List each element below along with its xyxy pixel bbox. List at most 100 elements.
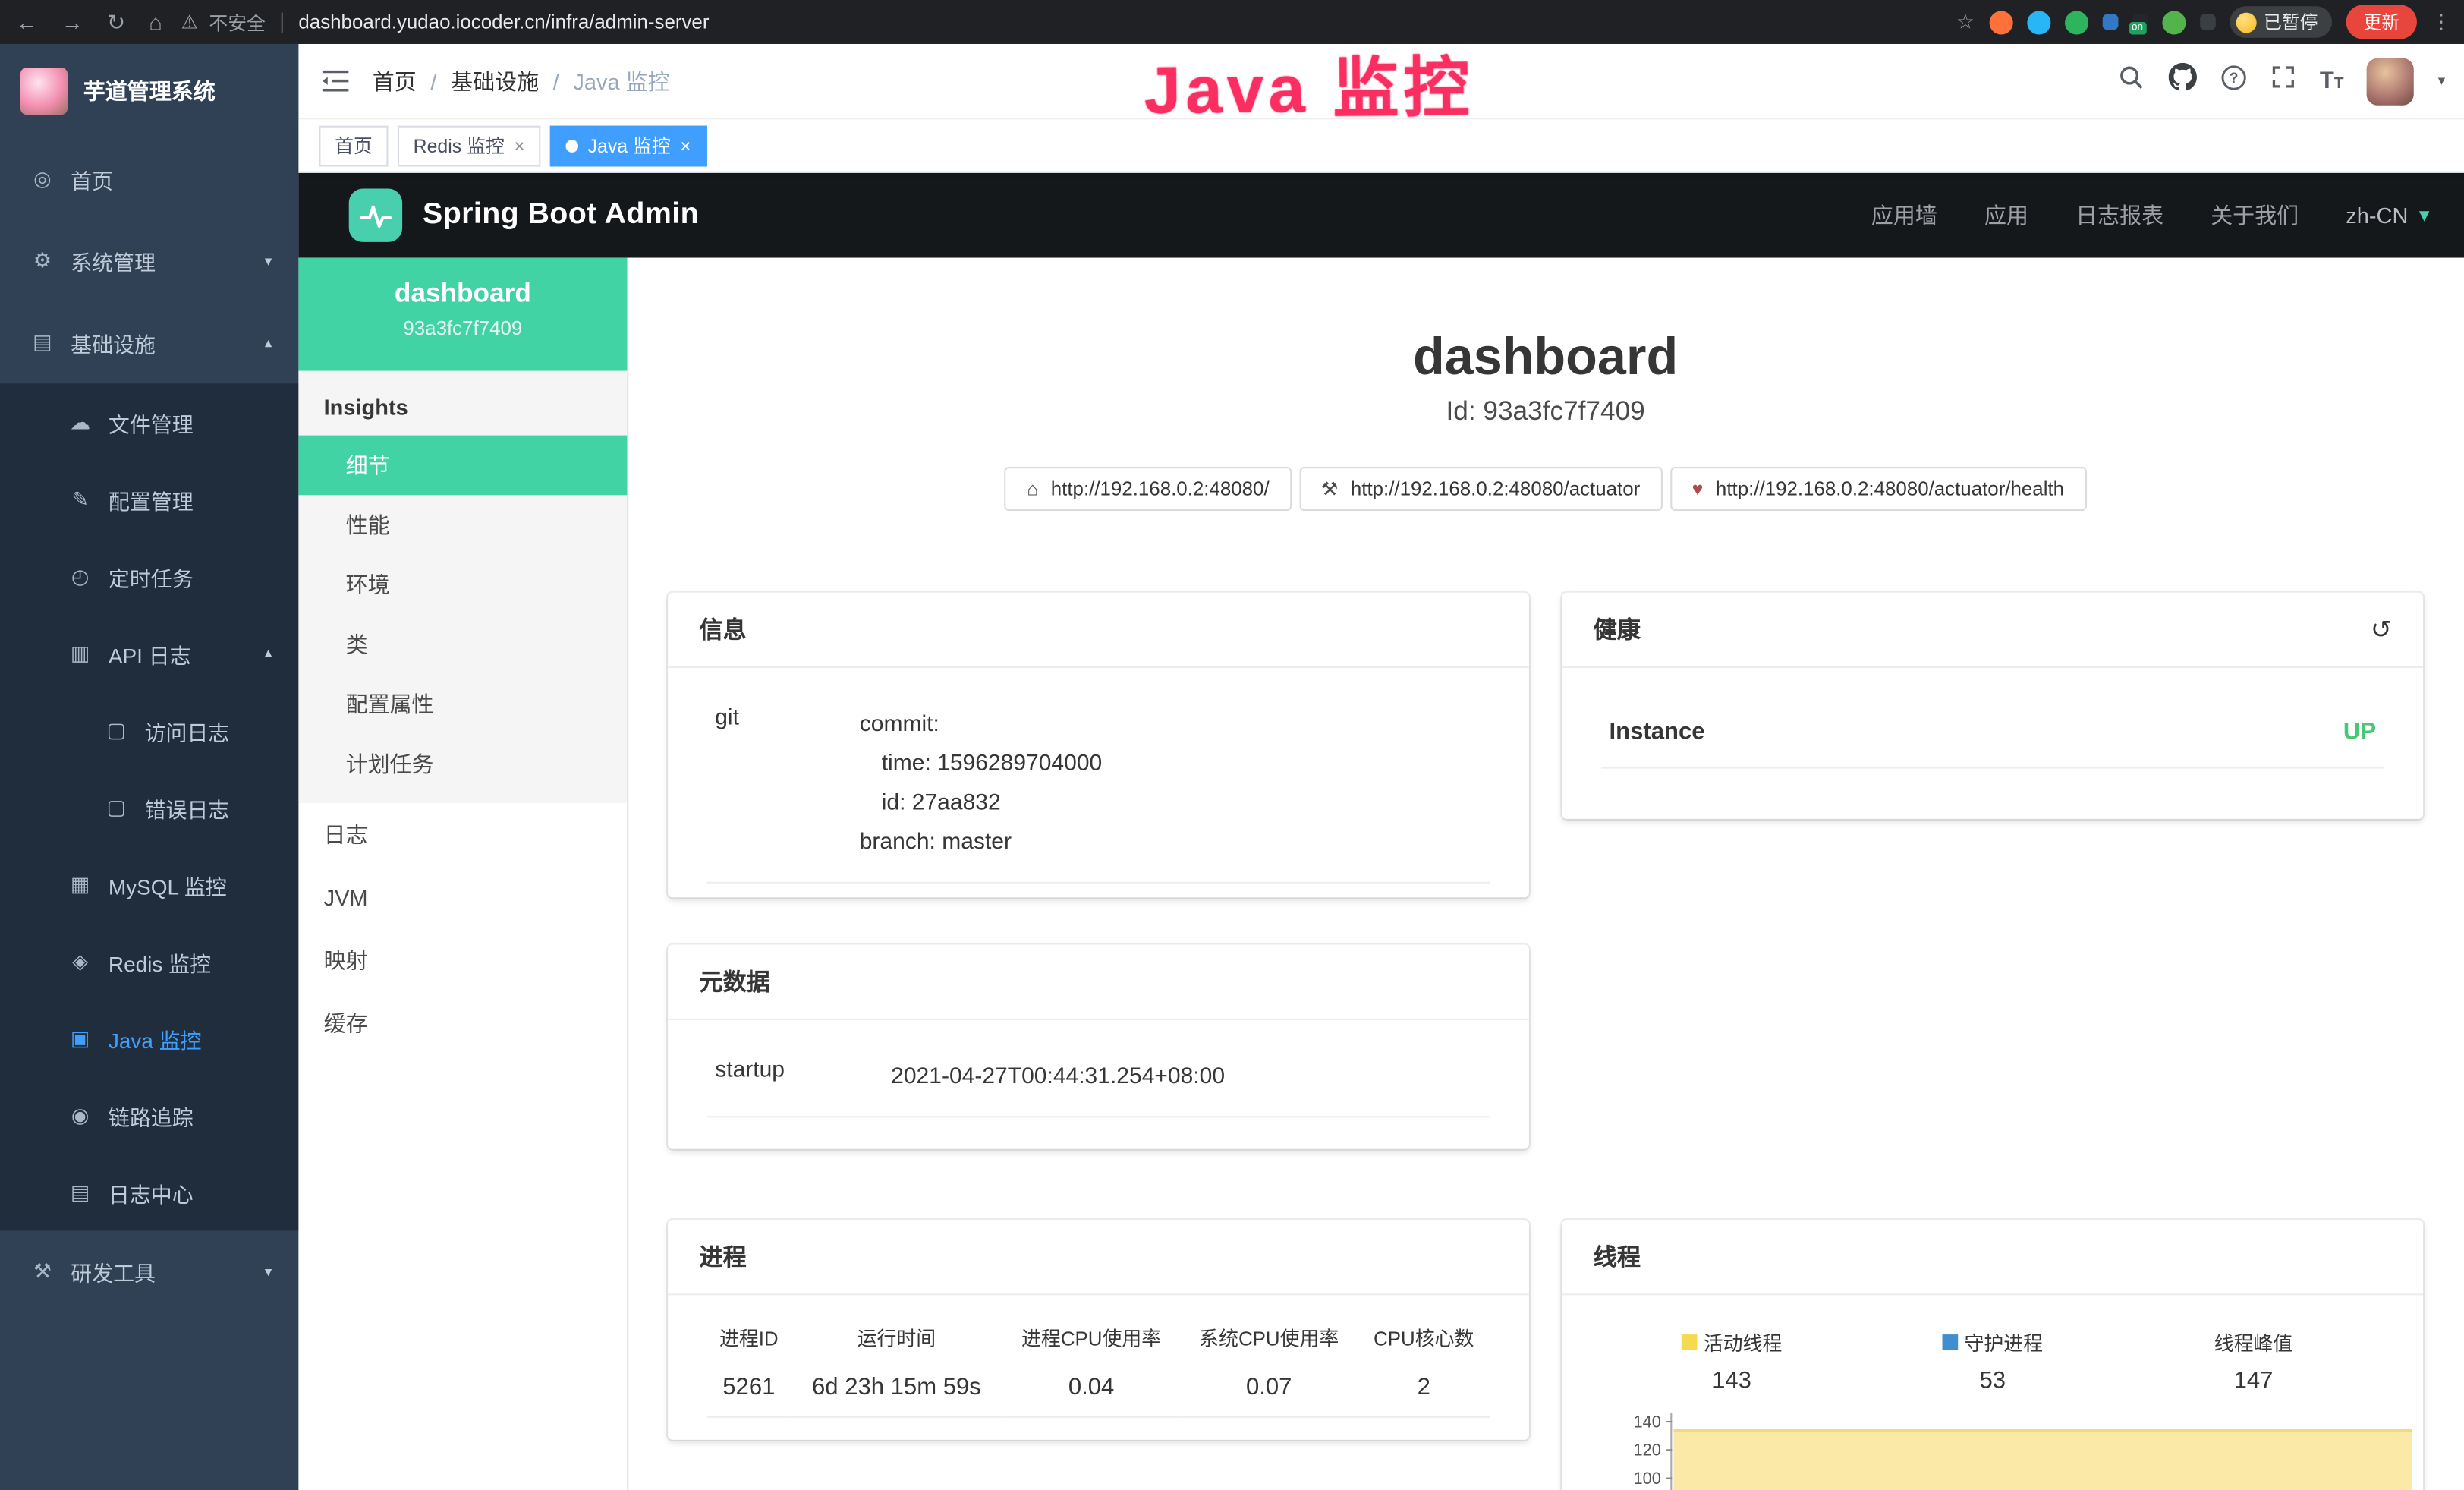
health-url-label: http://192.168.0.2:48080/actuator/health	[1716, 478, 2064, 500]
sidebar-item-mysql-monitor[interactable]: ▦ MySQL 监控	[0, 846, 298, 922]
instance-menu-mappings[interactable]: 映射	[298, 929, 627, 992]
back-icon[interactable]: ←	[16, 9, 38, 34]
browser-menu-icon[interactable]: ⋮	[2431, 9, 2452, 34]
extension-on-badge: on	[2129, 22, 2146, 35]
sidebar-item-label: 错误日志	[145, 792, 230, 823]
close-icon[interactable]: ×	[680, 134, 691, 156]
process-col-header: 运行时间	[791, 1311, 1002, 1362]
extension-grid-icon[interactable]	[2102, 14, 2118, 30]
url-text[interactable]: dashboard.yudao.iocoder.cn/infra/admin-s…	[298, 11, 709, 33]
instance-menu-details[interactable]: 细节	[298, 436, 627, 496]
extension-drop-icon[interactable]	[2026, 10, 2050, 33]
tick-mark	[1666, 1478, 1672, 1479]
instance-menu-classes[interactable]: 类	[298, 615, 627, 675]
git-value: commit: time: 1596289704000 id: 27aa832 …	[860, 706, 1103, 863]
legend-label: 活动线程	[1704, 1327, 1783, 1356]
git-branch-line: branch: master	[860, 824, 1103, 863]
extension-fox-icon[interactable]	[1989, 10, 2012, 33]
history-icon[interactable]: ↺	[2371, 614, 2392, 645]
sba-logo-icon[interactable]	[349, 188, 402, 241]
font-size-icon[interactable]: TT	[2320, 69, 2344, 93]
extension-switch-icon[interactable]: on	[2132, 14, 2148, 30]
sba-language-label: zh-CN	[2346, 203, 2408, 228]
search-icon[interactable]	[2119, 64, 2145, 99]
sidebar-item-system[interactable]: ⚙ 系统管理 ▾	[0, 220, 298, 302]
health-card-header: 健康 ↺	[1562, 593, 2423, 668]
sidebar-item-scheduled-job[interactable]: ◴ 定时任务	[0, 537, 298, 614]
service-url-button[interactable]: ⌂ http://192.168.0.2:48080/	[1005, 467, 1291, 511]
instance-id: 93a3fc7f7409	[298, 317, 627, 339]
sidebar-item-api-log[interactable]: ▥ API 日志 ▴	[0, 615, 298, 691]
breadcrumb-home[interactable]: 首页	[373, 65, 417, 96]
sidebar-item-config-manage[interactable]: ✎ 配置管理	[0, 461, 298, 537]
process-col-header: 系统CPU使用率	[1180, 1311, 1358, 1362]
admin-logo-image	[20, 68, 68, 115]
instance-header[interactable]: dashboard 93a3fc7f7409	[298, 258, 627, 371]
sba-brand-title[interactable]: Spring Boot Admin	[423, 198, 699, 233]
sidebar-item-devtools[interactable]: ⚒ 研发工具 ▾	[0, 1230, 298, 1312]
chevron-up-icon: ▴	[265, 644, 272, 662]
sba-nav-about[interactable]: 关于我们	[2211, 200, 2299, 231]
tab-java-monitor[interactable]: Java 监控 ×	[550, 125, 706, 166]
security-warning-icon[interactable]: ⚠	[181, 11, 198, 33]
actuator-url-button[interactable]: ⚒ http://192.168.0.2:48080/actuator	[1299, 467, 1662, 511]
sidebar-item-log-center[interactable]: ▤ 日志中心	[0, 1154, 298, 1230]
home-icon[interactable]: ⌂	[149, 9, 162, 34]
hamburger-icon[interactable]	[323, 69, 349, 93]
sba-nav-journal[interactable]: 日志报表	[2075, 200, 2163, 231]
info-card: 信息 git commit: time: 1596289704000 id: 2…	[668, 593, 1529, 898]
sidebar-item-java-monitor[interactable]: ▣ Java 监控	[0, 1000, 298, 1076]
instance-menu-caches[interactable]: 缓存	[298, 992, 627, 1055]
wrench-icon: ⚒	[1321, 478, 1338, 500]
extension-green-y-icon[interactable]	[2064, 10, 2088, 33]
sidebar-item-file-manage[interactable]: ☁ 文件管理	[0, 383, 298, 460]
sidebar-item-home[interactable]: ◎ 首页	[0, 138, 298, 220]
process-card-header: 进程	[668, 1220, 1529, 1295]
admin-logo[interactable]: 芋道管理系统	[0, 44, 298, 138]
sidebar-item-redis-monitor[interactable]: ◈ Redis 监控	[0, 923, 298, 1000]
log-icon: ▥	[68, 641, 93, 666]
tab-redis-monitor[interactable]: Redis 监控 ×	[398, 125, 541, 166]
infrastructure-icon: ▤	[30, 330, 55, 355]
reload-icon[interactable]: ↻	[107, 8, 125, 35]
ytick: 120	[1634, 1441, 1661, 1460]
health-instance-label: Instance	[1609, 718, 1704, 745]
instance-menu-jvm[interactable]: JVM	[298, 866, 627, 929]
help-icon[interactable]: ?	[2220, 64, 2247, 99]
user-avatar[interactable]	[2368, 58, 2415, 105]
instance-menu-performance[interactable]: 性能	[298, 495, 627, 555]
health-status-badge: UP	[2343, 718, 2376, 745]
avatar-caret-icon[interactable]: ▾	[2438, 72, 2445, 90]
bookmark-star-icon[interactable]: ☆	[1956, 9, 1975, 34]
sidebar-item-label: 链路追踪	[109, 1100, 194, 1131]
sidebar-item-infra[interactable]: ▤ 基础设施 ▴	[0, 302, 298, 384]
health-instance-row[interactable]: Instance UP	[1601, 703, 2384, 769]
extension-puzzle-icon[interactable]	[2199, 14, 2215, 30]
paused-badge[interactable]: 已暂停	[2229, 6, 2332, 37]
log-center-icon: ▤	[68, 1180, 93, 1205]
extension-leaf-icon[interactable]	[2161, 10, 2185, 33]
forward-icon[interactable]: →	[61, 9, 83, 34]
sba-nav-applications[interactable]: 应用	[1984, 200, 2028, 231]
browser-update-button[interactable]: 更新	[2346, 5, 2417, 39]
sba-nav-wall[interactable]: 应用墙	[1871, 200, 1937, 231]
sidebar-item-access-log[interactable]: ▢ 访问日志	[0, 691, 298, 768]
breadcrumb-infra[interactable]: 基础设施	[451, 65, 539, 96]
fullscreen-icon[interactable]	[2271, 65, 2296, 97]
sidebar-item-trace[interactable]: ◉ 链路追踪	[0, 1076, 298, 1153]
gear-icon: ⚙	[30, 248, 55, 273]
address-bar[interactable]: ⚠ 不安全 dashboard.yudao.iocoder.cn/infra/a…	[181, 8, 710, 35]
github-icon[interactable]	[2169, 63, 2197, 99]
instance-menu-logs[interactable]: 日志	[298, 803, 627, 866]
sba-language-select[interactable]: zh-CN ▾	[2346, 203, 2429, 228]
instance-menu-environment[interactable]: 环境	[298, 555, 627, 615]
sidebar-item-error-log[interactable]: ▢ 错误日志	[0, 769, 298, 846]
process-value-row: 5261 6d 23h 15m 59s 0.04 0.07 2	[707, 1362, 1490, 1416]
instance-menu-scheduled-tasks[interactable]: 计划任务	[298, 734, 627, 794]
close-icon[interactable]: ×	[514, 134, 525, 156]
tab-home[interactable]: 首页	[319, 125, 388, 166]
health-url-button[interactable]: ♥ http://192.168.0.2:48080/actuator/heal…	[1670, 467, 2086, 511]
sidebar-item-label: 系统管理	[71, 245, 156, 276]
security-warning-label[interactable]: 不安全	[209, 8, 266, 35]
instance-menu-config-props[interactable]: 配置属性	[298, 674, 627, 734]
